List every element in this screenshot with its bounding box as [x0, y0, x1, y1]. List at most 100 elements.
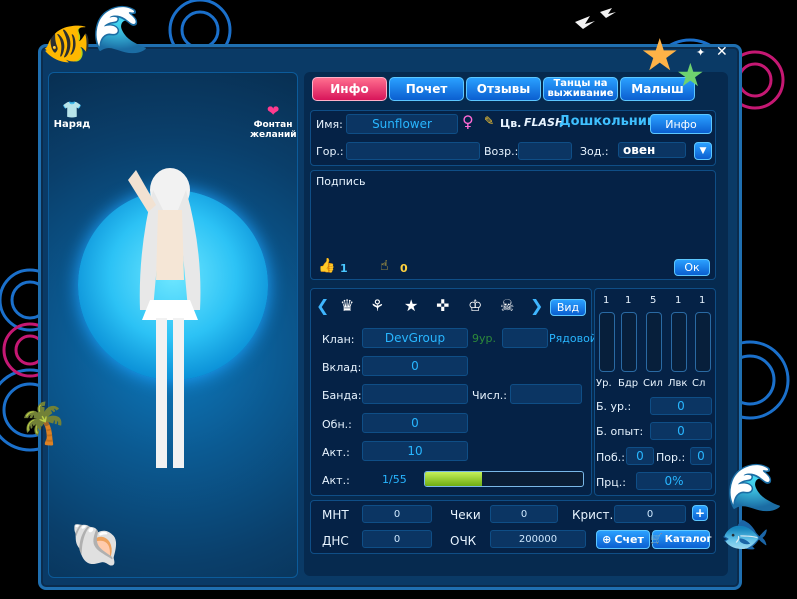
female-icon: ♀ — [462, 112, 474, 131]
dislikes-count: 0 — [400, 262, 408, 275]
clan-label: Клан: — [322, 333, 355, 346]
catalog-button[interactable]: 🛒 Каталог — [650, 530, 712, 549]
stat-value-4: 1 — [699, 295, 706, 306]
wave-icon: 🌊 — [92, 2, 150, 56]
palm-icon: 🌴 — [18, 401, 68, 447]
info-button[interactable]: Инфо — [650, 114, 712, 134]
zodiac-field[interactable]: овен — [618, 142, 686, 158]
clan-field: DevGroup — [362, 328, 468, 348]
medal-lvl-icon: ♛ — [340, 296, 355, 315]
deposit-field: 0 — [362, 356, 468, 376]
crystals-label: Крист.: — [572, 508, 618, 522]
next-arrow-icon[interactable]: ❯ — [530, 296, 543, 315]
gang-label: Банда: — [322, 389, 362, 402]
medal-star-icon: ★ — [404, 296, 419, 315]
och-label: ОЧК — [450, 534, 477, 548]
stat-label-1: Бдр — [618, 378, 639, 389]
gang-field — [362, 384, 468, 404]
losses-field: 0 — [690, 447, 712, 465]
percent-label: Прц.: — [596, 476, 626, 489]
zodiac-dropdown-icon[interactable]: ▼ — [694, 142, 712, 160]
medal-crown-icon: ♔ — [468, 296, 483, 315]
starfish-icon: ★ — [640, 30, 680, 81]
checks-field: 0 — [490, 505, 558, 523]
medal-chain-icon: ⚘ — [370, 296, 385, 315]
activity-progress-bar — [424, 471, 584, 487]
close-icon[interactable]: ✕ — [716, 44, 730, 60]
stat-bar-1 — [621, 312, 637, 372]
dns-label: ДНС — [322, 534, 349, 548]
deposit-label: Вклад: — [322, 361, 362, 374]
stat-label-2: Сил — [643, 378, 663, 389]
activity2-value: 1/55 — [382, 473, 407, 486]
fish-icon-2: 🐟 — [720, 511, 770, 557]
stat-bar-4 — [695, 312, 711, 372]
stat-bar-3 — [671, 312, 687, 372]
account-label: Счет — [614, 533, 644, 546]
rank-label: Дошкольник — [559, 114, 656, 129]
bonus-level-label: Б. ур.: — [596, 400, 632, 413]
thumbs-up-icon[interactable]: 👍 — [318, 258, 335, 274]
likes-count: 1 — [340, 262, 348, 275]
stat-label-3: Лвк — [668, 378, 688, 389]
wave-icon-2: 🌊 — [726, 460, 784, 514]
stat-label-0: Ур. — [596, 378, 612, 389]
losses-label: Пор.: — [656, 451, 686, 464]
stat-value-0: 1 — [603, 295, 610, 306]
crystals-field: 0 — [614, 505, 686, 523]
bonus-level-field: 0 — [650, 397, 712, 415]
shirt-icon: 👕 — [62, 100, 82, 119]
signature-panel — [310, 170, 716, 280]
name-field: Sunflower — [346, 114, 458, 134]
members-field — [510, 384, 582, 404]
account-button[interactable]: ⊕ Счет — [596, 530, 650, 549]
starfish-green-icon: ★ — [676, 56, 705, 94]
tab-honor[interactable]: Почет — [389, 77, 464, 101]
fountain-label: Фонтан желаний — [250, 120, 297, 140]
members-label: Числ.: — [472, 389, 507, 402]
activity-label: Акт.: — [322, 446, 350, 459]
activity2-label: Акт.: — [322, 474, 350, 487]
heart-icon: ❤ — [266, 102, 280, 120]
stat-bar-0 — [599, 312, 615, 372]
medal-wings-icon: ✜ — [436, 296, 450, 315]
stat-value-1: 1 — [625, 295, 632, 306]
age-label: Возр.: — [484, 145, 519, 158]
bonus-exp-field: 0 — [650, 422, 712, 440]
avatar — [128, 168, 201, 468]
view-button[interactable]: Вид — [550, 299, 586, 316]
shell-icon: 🐚 — [70, 520, 123, 569]
prev-arrow-icon[interactable]: ❮ — [316, 296, 329, 315]
stat-value-2: 5 — [650, 295, 657, 306]
tab-reviews[interactable]: Отзывы — [466, 77, 541, 101]
tab-info[interactable]: Инфо — [312, 77, 387, 101]
name-label: Имя: — [316, 118, 343, 131]
cart-icon: 🛒 — [650, 534, 663, 545]
plus-circle-icon: ⊕ — [602, 533, 612, 546]
stat-label-4: Сл — [692, 378, 706, 389]
clan-rank-box — [502, 328, 548, 348]
zodiac-label: Зод.: — [580, 145, 609, 158]
outfit-label: Наряд — [53, 119, 91, 130]
wins-label: Поб.: — [596, 451, 625, 464]
signature-label: Подпись — [316, 175, 366, 188]
activity-progress-fill — [425, 472, 482, 486]
fish-icon: 🐠 — [42, 21, 92, 67]
clan-rank: Рядовой — [549, 332, 597, 345]
catalog-label: Каталог — [664, 534, 712, 545]
bonus-exp-label: Б. опыт: — [596, 425, 644, 438]
mnt-label: МНТ — [322, 508, 349, 522]
och-field: 200000 — [490, 530, 586, 548]
tab-survival-dance[interactable]: Танцы на выживание — [543, 77, 618, 101]
fountain-button[interactable]: ❤ Фонтан желаний — [250, 102, 297, 140]
city-label: Гор.: — [316, 145, 344, 158]
finger-icon[interactable]: ☝ — [380, 258, 389, 274]
mnt-field: 0 — [362, 505, 432, 523]
add-crystals-button[interactable]: + — [692, 505, 708, 521]
stat-bar-2 — [646, 312, 662, 372]
outfit-button[interactable]: 👕 Наряд — [52, 100, 92, 130]
ok-button[interactable]: Ок — [674, 259, 710, 276]
stat-value-3: 1 — [675, 295, 682, 306]
update-label: Обн.: — [322, 418, 352, 431]
medal-skull-icon: ☠ — [500, 296, 515, 315]
